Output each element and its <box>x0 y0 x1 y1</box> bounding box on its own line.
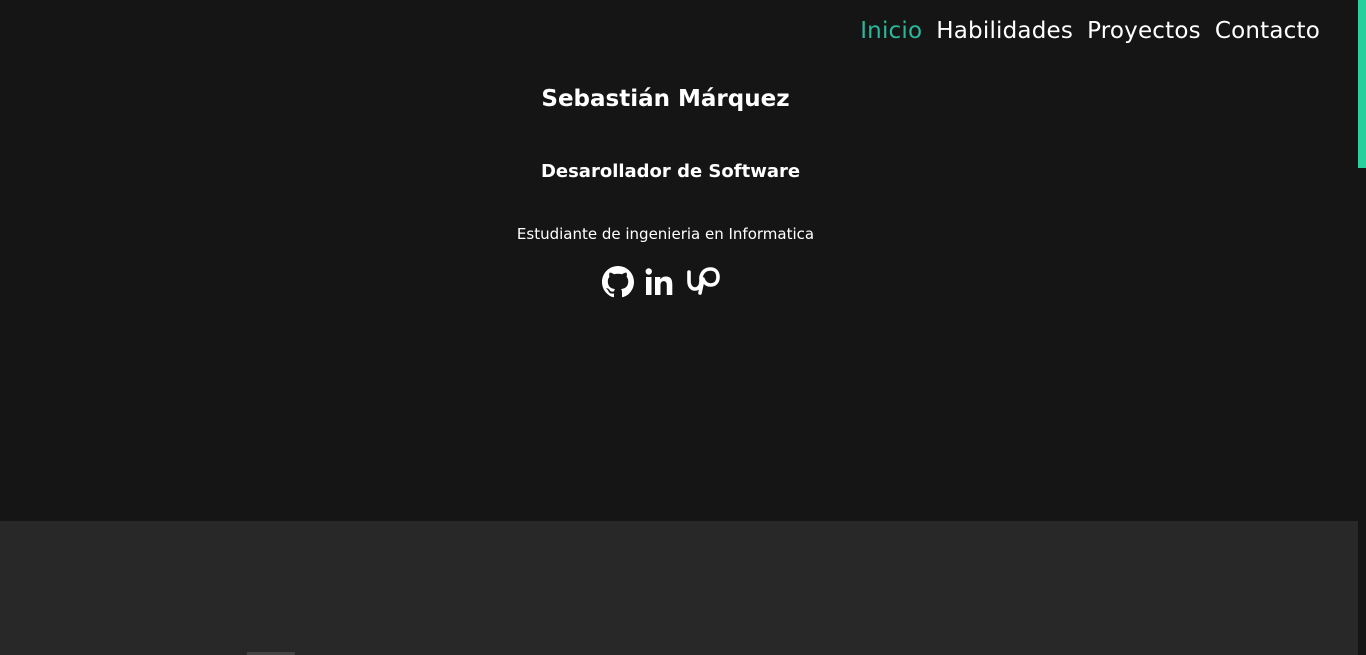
social-links <box>0 266 1331 298</box>
hero-subtitle: Estudiante de ingenieria en Informatica <box>516 225 815 243</box>
nav-link-inicio[interactable]: Inicio <box>860 18 922 44</box>
nav-link-proyectos[interactable]: Proyectos <box>1087 18 1201 44</box>
hero-section: Inicio Habilidades Proyectos Contacto Se… <box>0 0 1358 521</box>
main-nav: Inicio Habilidades Proyectos Contacto <box>860 18 1320 44</box>
nav-link-habilidades[interactable]: Habilidades <box>936 18 1073 44</box>
scrollbar-thumb[interactable] <box>1358 0 1366 168</box>
hero-name: Sebastián Márquez <box>541 86 790 112</box>
nav-link-contacto[interactable]: Contacto <box>1215 18 1320 44</box>
linkedin-icon <box>645 268 672 295</box>
github-link[interactable] <box>601 266 634 298</box>
upwork-link[interactable] <box>686 266 730 298</box>
github-icon <box>601 266 634 298</box>
linkedin-link[interactable] <box>644 266 676 298</box>
habilidades-section <box>0 521 1358 655</box>
upwork-icon <box>686 267 720 295</box>
hero-role: Desarollador de Software <box>540 161 801 182</box>
